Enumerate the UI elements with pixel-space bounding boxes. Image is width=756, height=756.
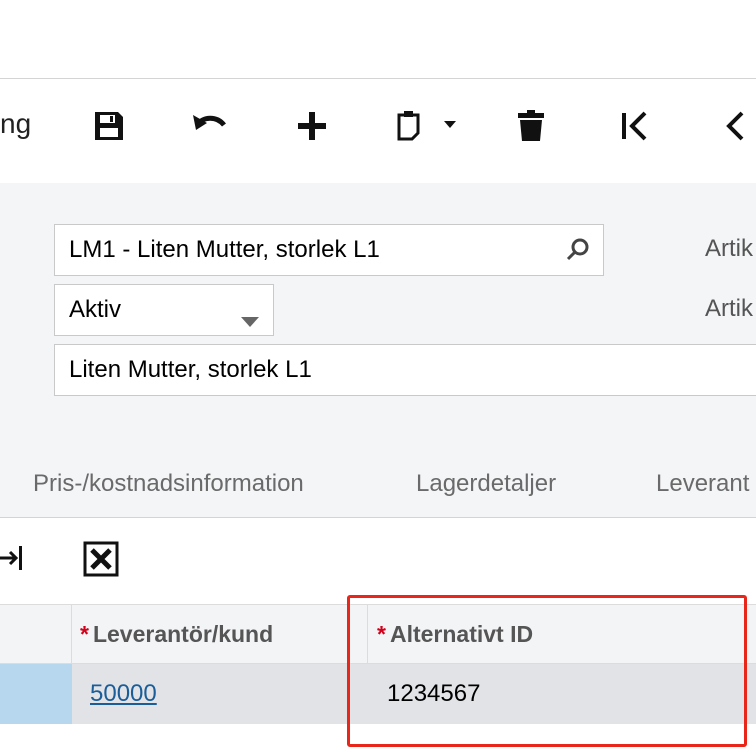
- vendor-link[interactable]: 50000: [90, 680, 157, 708]
- search-icon[interactable]: [565, 237, 591, 270]
- item-lookup-field[interactable]: LM1 - Liten Mutter, storlek L1: [54, 224, 604, 276]
- export-excel-icon[interactable]: [83, 541, 119, 582]
- status-value: Aktiv: [69, 296, 122, 323]
- description-value: Liten Mutter, storlek L1: [69, 356, 312, 383]
- copy-paste-icon[interactable]: [392, 104, 464, 148]
- required-marker: *: [80, 621, 89, 647]
- previous-record-icon[interactable]: [712, 104, 756, 148]
- item-class-label: Artik: [705, 235, 753, 262]
- item-lookup-value: LM1 - Liten Mutter, storlek L1: [69, 236, 380, 263]
- save-icon[interactable]: [87, 104, 131, 148]
- fit-to-screen-icon[interactable]: [0, 542, 26, 579]
- toolbar-partial-label: ng: [0, 108, 32, 139]
- status-select[interactable]: Aktiv: [54, 284, 274, 336]
- tab-warehouse-details[interactable]: Lagerdetaljer: [416, 470, 556, 498]
- tab-vendors[interactable]: Leverant: [656, 470, 749, 498]
- row-selector[interactable]: [0, 664, 72, 724]
- grid-header: * Leverantör/kund * Alternativt ID: [0, 604, 756, 664]
- add-icon[interactable]: [290, 104, 334, 148]
- undo-icon[interactable]: [188, 104, 232, 148]
- column-header-alternate-id[interactable]: * Alternativt ID: [377, 621, 533, 648]
- alternate-id-cell[interactable]: 1234567: [387, 680, 480, 708]
- item-type-label: Artik: [705, 295, 753, 322]
- tab-price-cost-info[interactable]: Pris-/kostnadsinformation: [33, 470, 304, 498]
- description-field[interactable]: Liten Mutter, storlek L1: [54, 344, 756, 396]
- chevron-down-icon: [241, 306, 259, 334]
- delete-icon[interactable]: [509, 104, 553, 148]
- column-header-vendor[interactable]: * Leverantör/kund: [80, 621, 273, 648]
- required-marker: *: [377, 621, 386, 647]
- table-row[interactable]: 50000 1234567: [0, 664, 756, 724]
- first-record-icon[interactable]: [612, 104, 656, 148]
